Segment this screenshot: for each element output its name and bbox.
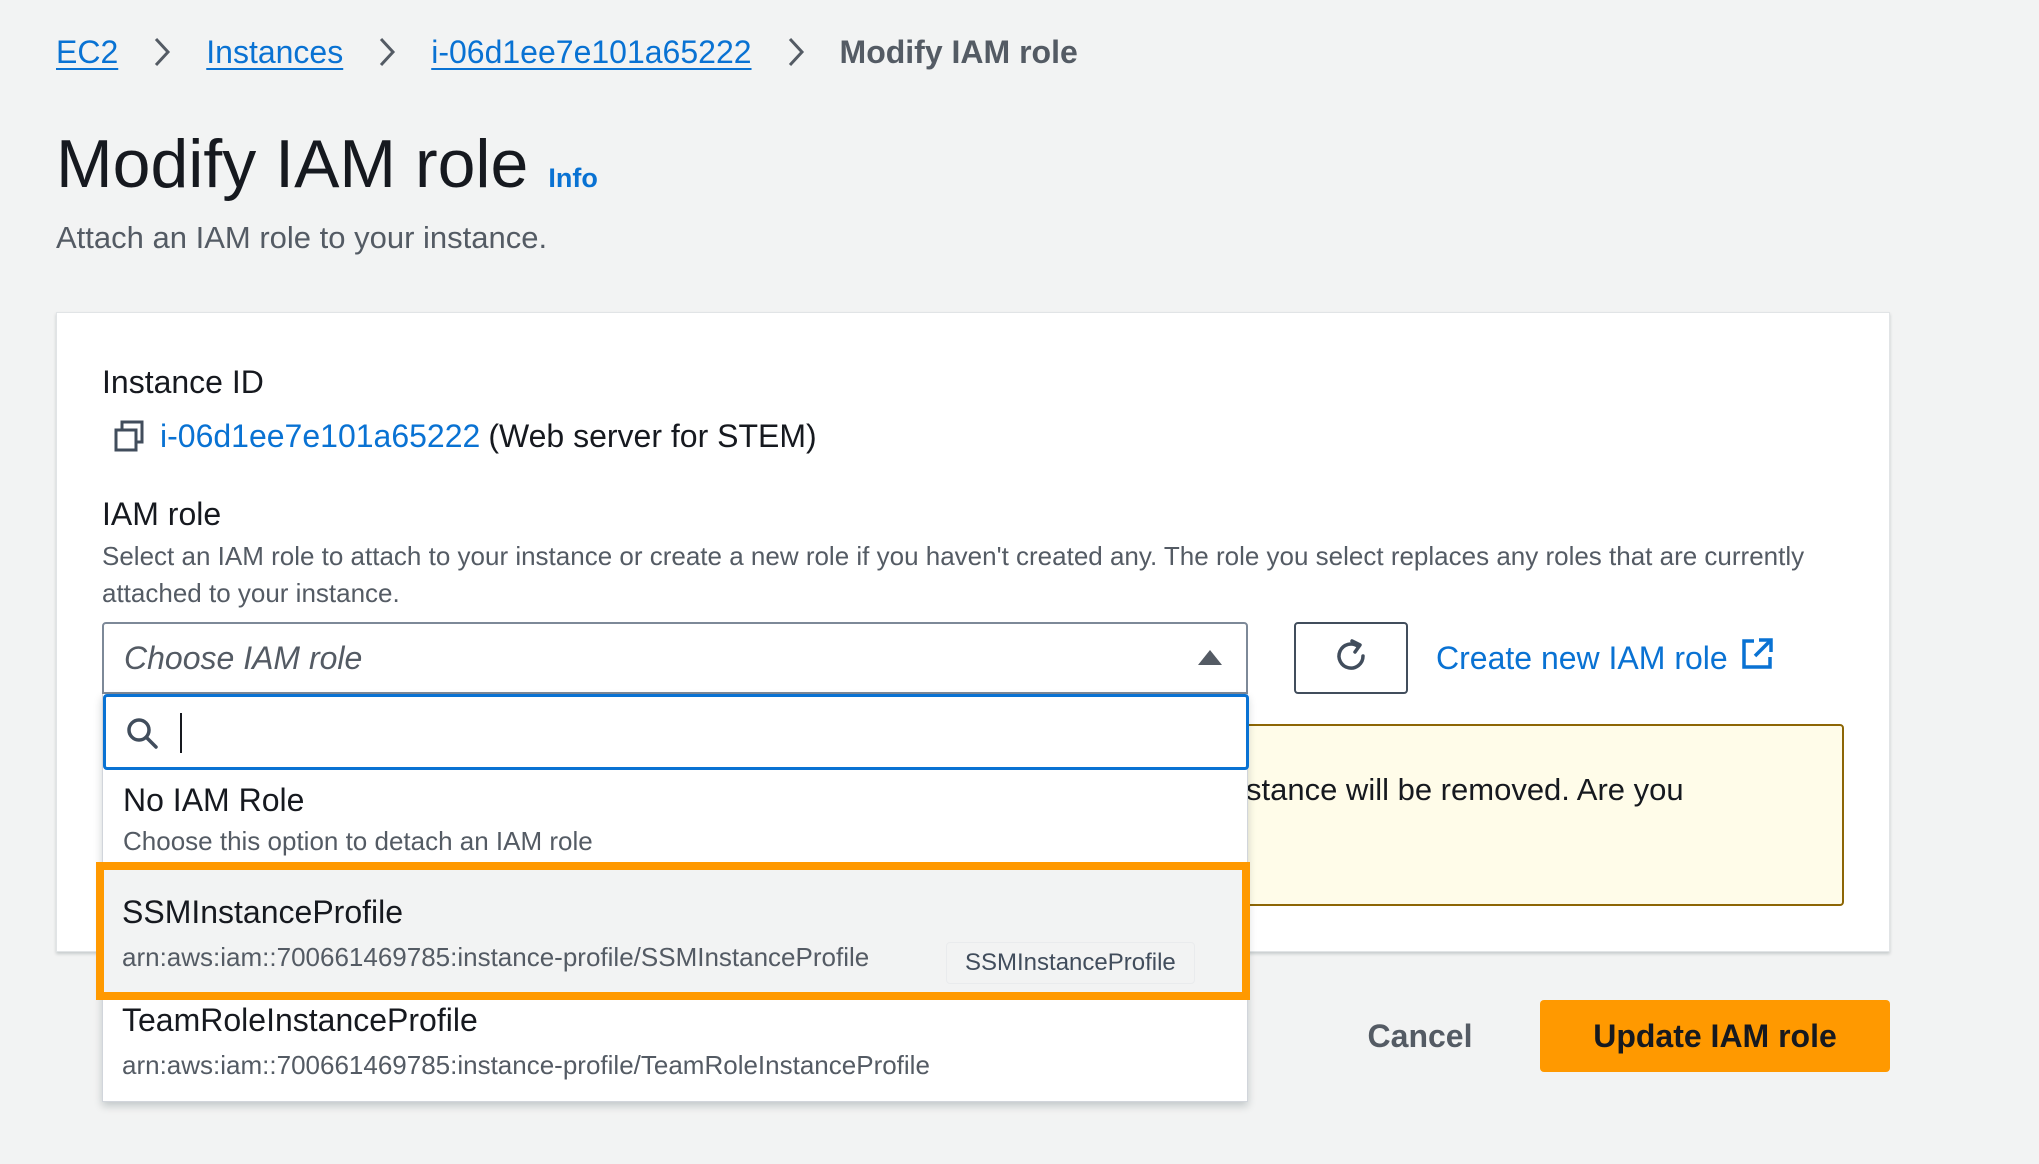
option-label: No IAM Role (123, 782, 305, 818)
breadcrumb-ec2[interactable]: EC2 (56, 34, 118, 71)
option-description: Choose this option to detach an IAM role (123, 826, 593, 856)
warning-alert: e instance will be removed. Are you (1180, 724, 1844, 906)
page-header: Modify IAM role Info (56, 124, 598, 218)
option-team-role-instance-profile[interactable]: TeamRoleInstanceProfile arn:aws:iam::700… (102, 996, 1248, 1096)
create-role-label: Create new IAM role (1436, 639, 1728, 676)
refresh-icon (1330, 635, 1372, 682)
update-iam-role-button[interactable]: Update IAM role (1540, 1000, 1890, 1072)
option-label: TeamRoleInstanceProfile (122, 1002, 478, 1038)
copy-icon[interactable] (112, 419, 146, 453)
breadcrumb: EC2 Instances i-06d1ee7e101a65222 Modify… (56, 28, 1078, 76)
info-link[interactable]: Info (548, 138, 597, 218)
option-tag: SSMInstanceProfile (946, 942, 1195, 984)
instance-id-link[interactable]: i-06d1ee7e101a65222 (160, 418, 480, 455)
alert-text: e instance will be removed. Are you (1196, 772, 1684, 807)
instance-id-row: i-06d1ee7e101a65222 (Web server for STEM… (112, 414, 817, 458)
refresh-button[interactable] (1294, 622, 1408, 694)
breadcrumb-instance-id[interactable]: i-06d1ee7e101a65222 (431, 34, 751, 71)
page-title: Modify IAM role (56, 126, 529, 202)
iam-role-select[interactable]: Choose IAM role (102, 622, 1248, 694)
search-icon (124, 715, 160, 751)
chevron-right-icon (375, 28, 399, 76)
option-description: arn:aws:iam::700661469785:instance-profi… (122, 942, 870, 972)
iam-role-description: Select an IAM role to attach to your ins… (102, 541, 1805, 608)
cancel-button[interactable]: Cancel (1340, 1000, 1500, 1072)
chevron-right-icon (150, 28, 174, 76)
option-label: SSMInstanceProfile (122, 894, 404, 930)
chevron-right-icon (784, 28, 808, 76)
breadcrumb-current: Modify IAM role (839, 33, 1078, 70)
external-link-icon (1728, 637, 1774, 679)
iam-role-label: IAM role (102, 496, 222, 532)
breadcrumb-instances[interactable]: Instances (206, 34, 343, 71)
caret-up-icon (1198, 650, 1222, 665)
option-no-iam-role[interactable]: No IAM Role Choose this option to detach… (103, 770, 1249, 858)
iam-role-placeholder: Choose IAM role (124, 639, 363, 676)
instance-name: (Web server for STEM) (488, 417, 817, 454)
instance-id-label: Instance ID (102, 364, 264, 400)
text-cursor (180, 713, 182, 753)
option-ssm-instance-profile[interactable]: SSMInstanceProfile arn:aws:iam::70066146… (104, 870, 1242, 992)
iam-role-search-input[interactable] (103, 694, 1249, 770)
create-new-iam-role-link[interactable]: Create new IAM role (1436, 634, 1774, 682)
option-description: arn:aws:iam::700661469785:instance-profi… (122, 1050, 930, 1080)
page-subtitle: Attach an IAM role to your instance. (56, 220, 548, 255)
